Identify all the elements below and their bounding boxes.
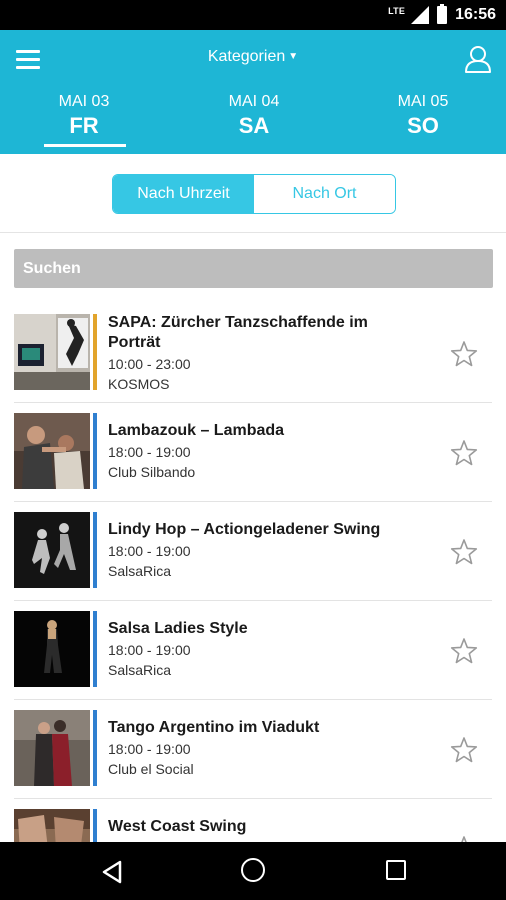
network-type: LTE [388, 6, 406, 16]
event-venue: SalsaRica [108, 662, 172, 678]
event-time: 18:00 - 19:00 [108, 642, 191, 658]
search-label: Suchen [23, 259, 81, 277]
event-thumbnail [14, 611, 90, 687]
event-thumbnail [14, 314, 90, 390]
event-thumbnail [14, 413, 90, 489]
event-title: Salsa Ladies Style [108, 620, 248, 637]
day-tab-date: MAI 04 [228, 93, 280, 110]
day-tab-so[interactable]: MAI 05 SO [353, 92, 493, 140]
back-icon[interactable] [100, 859, 124, 885]
day-tab-weekday: SA [238, 113, 270, 138]
event-thumbnail [14, 710, 90, 786]
day-tab-fr[interactable]: MAI 03 FR [14, 92, 154, 140]
event-title: West Coast Swing [108, 818, 247, 835]
sort-by-place-button[interactable]: Nach Ort [254, 175, 395, 213]
category-color-bar [93, 611, 97, 687]
event-title: Tango Argentino im Viadukt [108, 719, 320, 736]
star-outline-icon[interactable] [450, 340, 478, 368]
star-outline-icon[interactable] [450, 439, 478, 467]
signal-icon [411, 6, 430, 24]
home-icon[interactable] [241, 858, 265, 882]
list-item[interactable]: Tango Argentino im Viadukt 18:00 - 19:00… [0, 700, 506, 799]
event-venue: KOSMOS [108, 376, 170, 392]
event-thumbnail [14, 512, 90, 588]
app-header: Kategorien ▼ MAI 03 FR MAI 04 SA MAI 05 S… [0, 30, 506, 154]
sort-by-time-button[interactable]: Nach Uhrzeit [113, 175, 254, 213]
event-title: SAPA: Zürcher Tanzschaffende im [108, 314, 368, 331]
event-venue: SalsaRica [108, 563, 172, 579]
event-title: Lindy Hop – Actiongeladener Swing [108, 521, 381, 538]
star-outline-icon[interactable] [450, 538, 478, 566]
event-time: 18:00 - 19:00 [108, 543, 191, 559]
list-item[interactable]: Lambazouk – Lambada 18:00 - 19:00 Club S… [0, 403, 506, 502]
status-bar: LTE 16:56 [0, 0, 506, 30]
battery-icon [437, 4, 448, 24]
day-tab-date: MAI 05 [397, 93, 449, 110]
category-color-bar [93, 710, 97, 786]
user-profile-icon[interactable] [464, 44, 492, 74]
system-nav-bar [0, 842, 506, 900]
category-title: Kategorien [207, 48, 286, 65]
day-tabs: MAI 03 FR MAI 04 SA MAI 05 SO [0, 92, 506, 154]
list-item[interactable]: Lindy Hop – Actiongeladener Swing 18:00 … [0, 502, 506, 601]
category-dropdown[interactable]: Kategorien ▼ [0, 48, 506, 66]
day-tab-weekday: FR [69, 113, 99, 138]
category-color-bar [93, 512, 97, 588]
divider [0, 232, 506, 233]
event-list: SAPA: Zürcher Tanzschaffende im Porträt … [0, 304, 506, 898]
list-item[interactable]: Salsa Ladies Style 18:00 - 19:00 SalsaRi… [0, 601, 506, 700]
event-time: 10:00 - 23:00 [108, 356, 191, 372]
day-tab-date: MAI 03 [58, 93, 110, 110]
caret-down-icon: ▼ [288, 51, 299, 62]
event-venue: Club el Social [108, 761, 194, 777]
list-item[interactable]: SAPA: Zürcher Tanzschaffende im Porträt … [0, 304, 506, 403]
search-bar[interactable]: Suchen [14, 249, 493, 288]
day-tab-weekday: SO [407, 113, 439, 138]
star-outline-icon[interactable] [450, 637, 478, 665]
sort-toggle: Nach Uhrzeit Nach Ort [112, 174, 396, 214]
category-color-bar [93, 314, 97, 390]
recent-apps-icon[interactable] [386, 860, 406, 880]
category-color-bar [93, 413, 97, 489]
star-outline-icon[interactable] [450, 736, 478, 764]
day-tab-sa[interactable]: MAI 04 SA [184, 92, 324, 140]
event-title-continued: Porträt [108, 334, 161, 351]
status-time: 16:56 [455, 6, 496, 23]
event-venue: Club Silbando [108, 464, 196, 480]
event-time: 18:00 - 19:00 [108, 741, 191, 757]
selected-tab-indicator [44, 144, 126, 147]
event-title: Lambazouk – Lambada [108, 422, 285, 439]
event-time: 18:00 - 19:00 [108, 444, 191, 460]
